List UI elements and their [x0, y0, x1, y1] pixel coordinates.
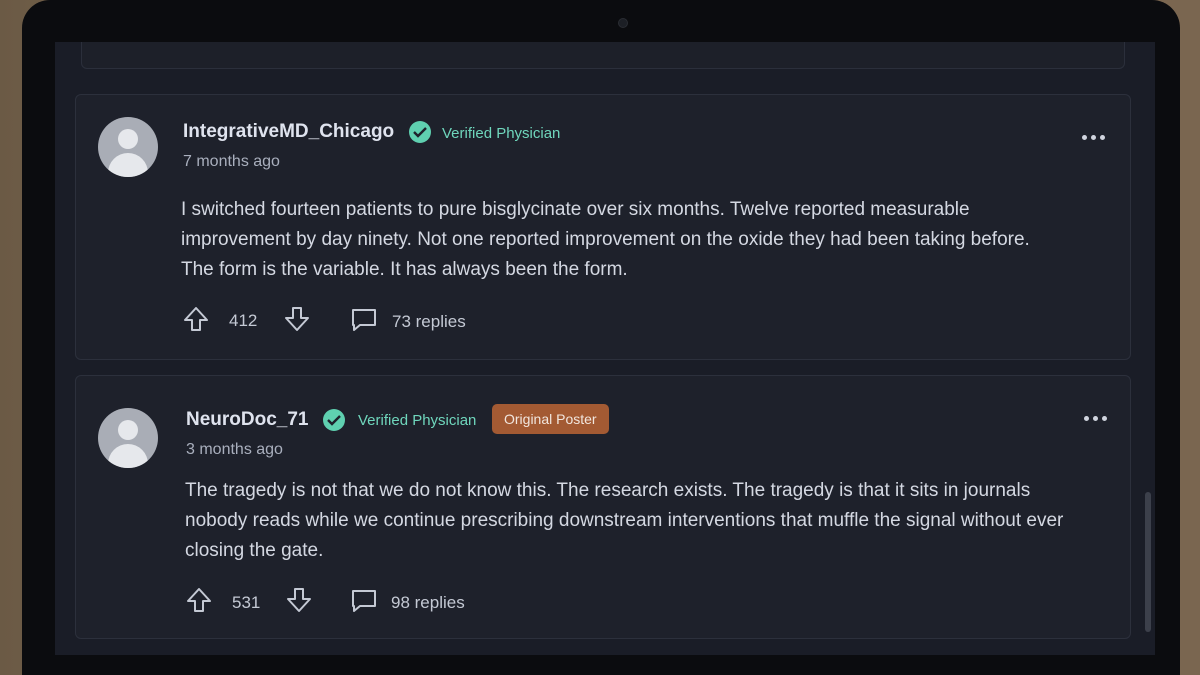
comment-card: IntegrativeMD_Chicago Verified Physician…: [75, 94, 1131, 360]
downvote-icon[interactable]: [283, 305, 311, 338]
screen: IntegrativeMD_Chicago Verified Physician…: [55, 42, 1155, 655]
timestamp: 3 months ago: [186, 441, 283, 458]
verified-badge: Verified Physician: [358, 412, 477, 429]
previous-comment-card: [81, 42, 1125, 69]
username[interactable]: NeuroDoc_71: [186, 409, 309, 431]
scrollbar[interactable]: [1145, 492, 1151, 632]
avatar-icon[interactable]: [98, 117, 158, 177]
comment-text: I switched fourteen patients to pure bis…: [181, 199, 1030, 280]
downvote-icon[interactable]: [285, 586, 313, 619]
replies-link[interactable]: 73 replies: [392, 312, 466, 332]
replies-link[interactable]: 98 replies: [391, 593, 465, 613]
upvote-icon[interactable]: [182, 305, 210, 338]
username[interactable]: IntegrativeMD_Chicago: [183, 121, 394, 143]
comment-icon[interactable]: [350, 307, 378, 338]
upvote-icon[interactable]: [185, 586, 213, 619]
comment-text: The tragedy is not that we do not know t…: [185, 480, 1064, 561]
verified-badge: Verified Physician: [442, 125, 561, 142]
upvote-count: 531: [232, 593, 261, 612]
avatar-icon[interactable]: [98, 408, 158, 468]
more-options-icon[interactable]: [1084, 414, 1110, 424]
verified-check-icon: [323, 409, 345, 431]
verified-check-icon: [409, 121, 431, 143]
comment-icon[interactable]: [350, 588, 378, 619]
laptop-bezel-bottom: [22, 655, 1180, 675]
webcam: [618, 18, 628, 28]
upvote-count: 412: [229, 311, 258, 330]
comment-card: NeuroDoc_71 Verified Physician Original …: [75, 375, 1131, 639]
more-options-icon[interactable]: [1082, 133, 1108, 143]
original-poster-badge: Original Poster: [492, 404, 609, 434]
timestamp: 7 months ago: [183, 153, 280, 170]
